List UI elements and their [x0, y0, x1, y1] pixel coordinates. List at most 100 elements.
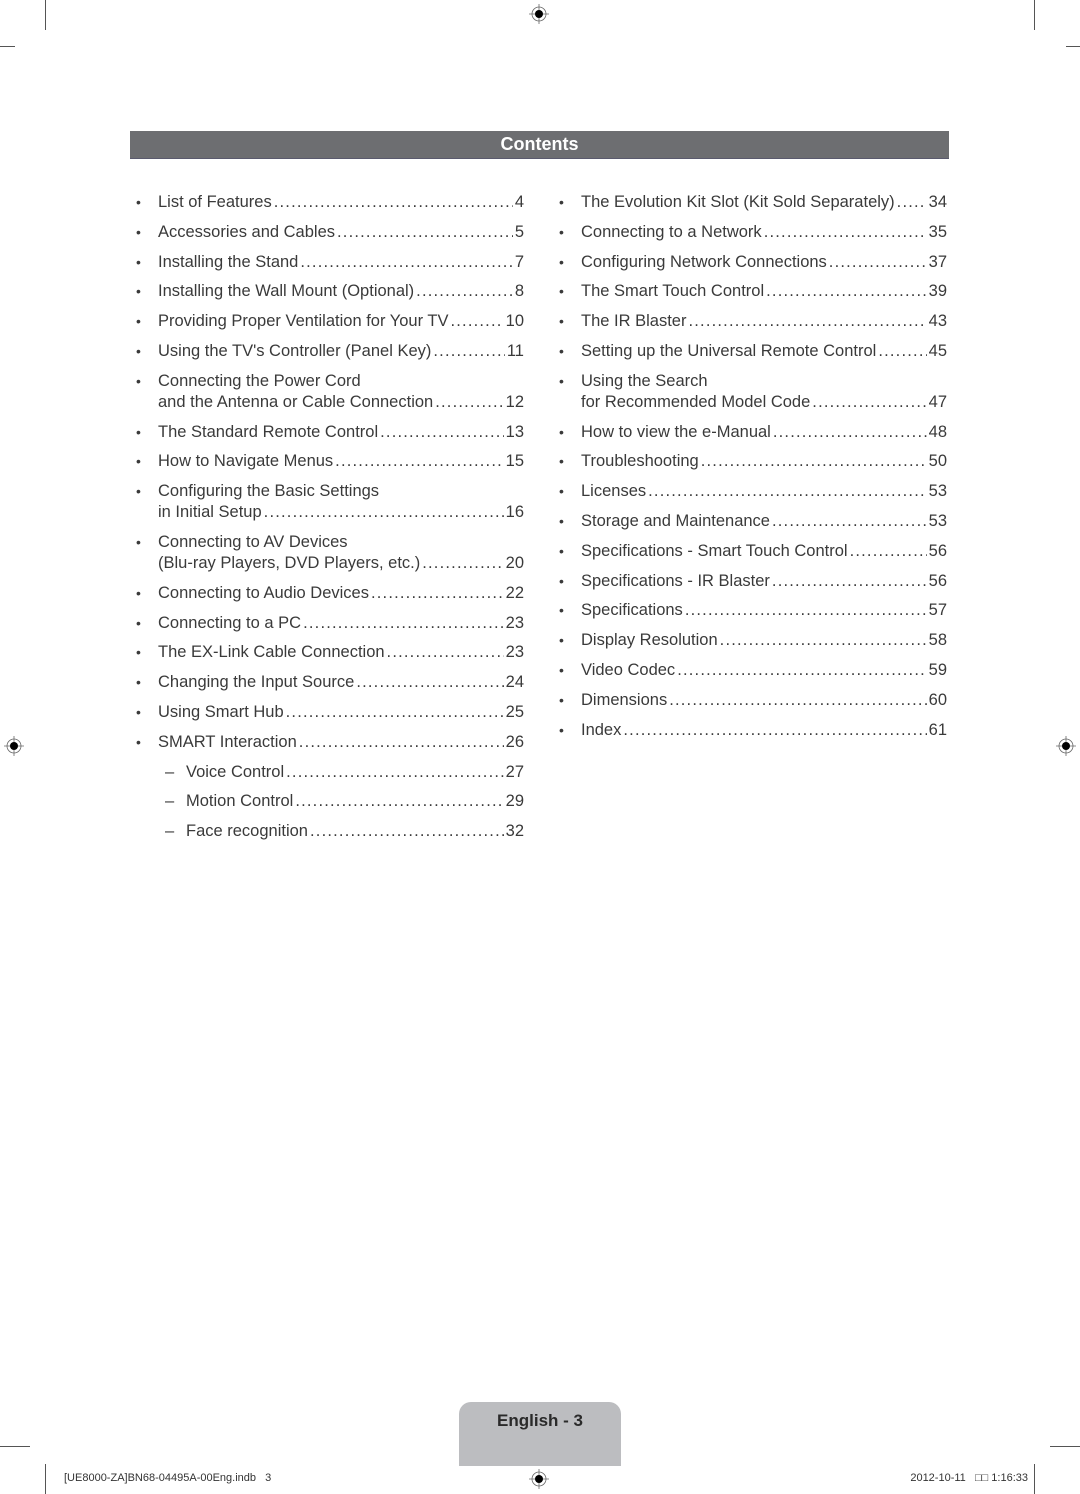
bullet-icon: • [559, 342, 564, 359]
toc-entry-title: The Evolution Kit Slot (Kit Sold Separat… [581, 193, 895, 211]
toc-entry-title: Connecting to Audio Devices [158, 583, 369, 602]
dot-leader [299, 732, 504, 753]
toc-entry[interactable]: • Storage and Maintenance 53 [553, 511, 947, 532]
crop-mark [1034, 1464, 1035, 1494]
bullet-icon: • [559, 661, 564, 678]
toc-entry[interactable]: • Providing Proper Ventilation for Your T… [130, 311, 524, 332]
toc-entry-title: Voice Control [186, 762, 285, 781]
dot-leader [337, 222, 513, 243]
toc-entry[interactable]: –Voice Control 27 [130, 762, 524, 783]
toc-entry-title: Installing the Wall Mount (Optional) [158, 282, 415, 301]
crop-mark [0, 1446, 30, 1447]
bullet-icon: • [136, 253, 141, 270]
toc-entry[interactable]: • Configuring Network Connections 37 [553, 252, 947, 273]
toc-entry-title: List of Features [158, 193, 272, 211]
toc-page-number: 13 [505, 422, 524, 441]
dot-leader [677, 660, 926, 681]
dot-leader [669, 690, 926, 711]
toc-entry[interactable]: • Connecting to a Network 35 [553, 222, 947, 243]
toc-entry[interactable]: –Face recognition 32 [130, 821, 524, 842]
toc-entry[interactable]: • How to view the e-Manual 48 [553, 422, 947, 443]
dot-leader [286, 762, 504, 783]
toc-entry[interactable]: • Dimensions 60 [553, 690, 947, 711]
bullet-icon: • [559, 372, 564, 389]
file-info: [UE8000-ZA]BN68-04495A-00Eng.indb 3 [64, 1472, 272, 1484]
toc-entry[interactable]: • Specifications 57 [553, 600, 947, 621]
toc-entry[interactable]: • Connecting the Power Cord and the Antenn… [130, 371, 524, 413]
toc-entry-title: Specifications [581, 601, 683, 620]
crop-mark [45, 0, 46, 30]
dot-leader [623, 720, 926, 741]
registration-mark-icon [529, 1469, 549, 1489]
toc-entry[interactable]: • The Smart Touch Control 39 [553, 281, 947, 302]
toc-entry[interactable]: –Motion Control 29 [130, 791, 524, 812]
toc-entry[interactable]: • How to Navigate Menus 15 [130, 451, 524, 472]
dot-leader [773, 422, 927, 443]
dot-leader [335, 451, 503, 472]
toc-page-number: 5 [514, 222, 524, 241]
bullet-icon: • [136, 453, 141, 470]
toc-entry[interactable]: • Installing the Stand 7 [130, 252, 524, 273]
toc-entry[interactable]: • Connecting to Audio Devices 22 [130, 583, 524, 604]
toc-entry[interactable]: • Specifications - Smart Touch Control 56 [553, 541, 947, 562]
toc-entry[interactable]: • Installing the Wall Mount (Optional) 8 [130, 281, 524, 302]
toc-entry[interactable]: • SMART Interaction 26 [130, 732, 524, 753]
toc-entry[interactable]: • Connecting to AV Devices (Blu-ray Player… [130, 532, 524, 574]
toc-entry[interactable]: • Troubleshooting 50 [553, 451, 947, 472]
bullet-icon: • [559, 572, 564, 589]
dot-leader [433, 341, 504, 362]
bullet-icon: • [136, 423, 141, 440]
toc-entry[interactable]: • Connecting to a PC 23 [130, 613, 524, 634]
bullet-icon: • [559, 223, 564, 240]
toc-page-number: 50 [928, 452, 947, 471]
toc-entry[interactable]: • Using Smart Hub 25 [130, 702, 524, 723]
toc-entry[interactable]: • Using the TV's Controller (Panel Key) 11 [130, 341, 524, 362]
toc-entry[interactable]: • List of Features 4 [130, 192, 524, 213]
toc-entry[interactable]: • The EX-Link Cable Connection 23 [130, 642, 524, 663]
toc-page-number: 23 [505, 613, 524, 632]
toc-entry-title: for Recommended Model Code [581, 392, 811, 411]
toc-entry[interactable]: • Licenses 53 [553, 481, 947, 502]
toc-entry[interactable]: • Index 61 [553, 720, 947, 741]
toc-entry[interactable]: • Display Resolution 58 [553, 630, 947, 651]
toc-entry-title: Installing the Stand [158, 252, 299, 271]
bullet-icon: • [559, 721, 564, 738]
toc-page-number: 12 [505, 392, 524, 411]
toc-entry[interactable]: • Video Codec 59 [553, 660, 947, 681]
dot-leader [878, 341, 926, 362]
bullet-icon: • [559, 602, 564, 619]
toc-entry[interactable]: • The Standard Remote Control 13 [130, 422, 524, 443]
toc-page-number: 59 [928, 660, 947, 679]
toc-page-number: 60 [928, 690, 947, 709]
toc-entry-title: Providing Proper Ventilation for Your TV [158, 312, 449, 331]
toc-right-column: • The Evolution Kit Slot (Kit Sold Separa… [553, 192, 947, 749]
toc-entry[interactable]: • Using the Search for Recommended Model C… [553, 371, 947, 413]
toc-entry[interactable]: • Changing the Input Source 24 [130, 672, 524, 693]
crop-mark [1066, 46, 1080, 47]
toc-entry[interactable]: • The Evolution Kit Slot (Kit Sold Separa… [553, 192, 947, 213]
toc-page-number: 27 [505, 762, 524, 781]
toc-entry[interactable]: • Accessories and Cables 5 [130, 222, 524, 243]
dash-icon: – [165, 792, 175, 811]
toc-entry-title: Troubleshooting [581, 452, 699, 471]
toc-entry[interactable]: • Specifications - IR Blaster 56 [553, 571, 947, 592]
toc-page-number: 8 [514, 282, 524, 301]
toc-entry-title: and the Antenna or Cable Connection [158, 392, 434, 411]
toc-entry[interactable]: • Configuring the Basic Settings in Initia… [130, 481, 524, 523]
dot-leader [387, 642, 504, 663]
toc-entry[interactable]: • The IR Blaster 43 [553, 311, 947, 332]
toc-page-number: 35 [928, 222, 947, 241]
crop-mark [1050, 1446, 1080, 1447]
toc-entry-title: Accessories and Cables [158, 222, 336, 241]
toc-entry-title: Using the Search [581, 371, 708, 390]
toc-entry-title: How to Navigate Menus [158, 452, 334, 471]
toc-entry[interactable]: • Setting up the Universal Remote Control… [553, 341, 947, 362]
toc-page-number: 4 [514, 193, 524, 211]
crop-mark [45, 1464, 46, 1494]
bullet-icon: • [559, 423, 564, 440]
dot-leader [274, 192, 513, 213]
toc-entry-title: How to view the e-Manual [581, 422, 771, 441]
dot-leader [688, 311, 926, 332]
dot-leader [897, 192, 927, 213]
toc-page-number: 15 [505, 452, 524, 471]
